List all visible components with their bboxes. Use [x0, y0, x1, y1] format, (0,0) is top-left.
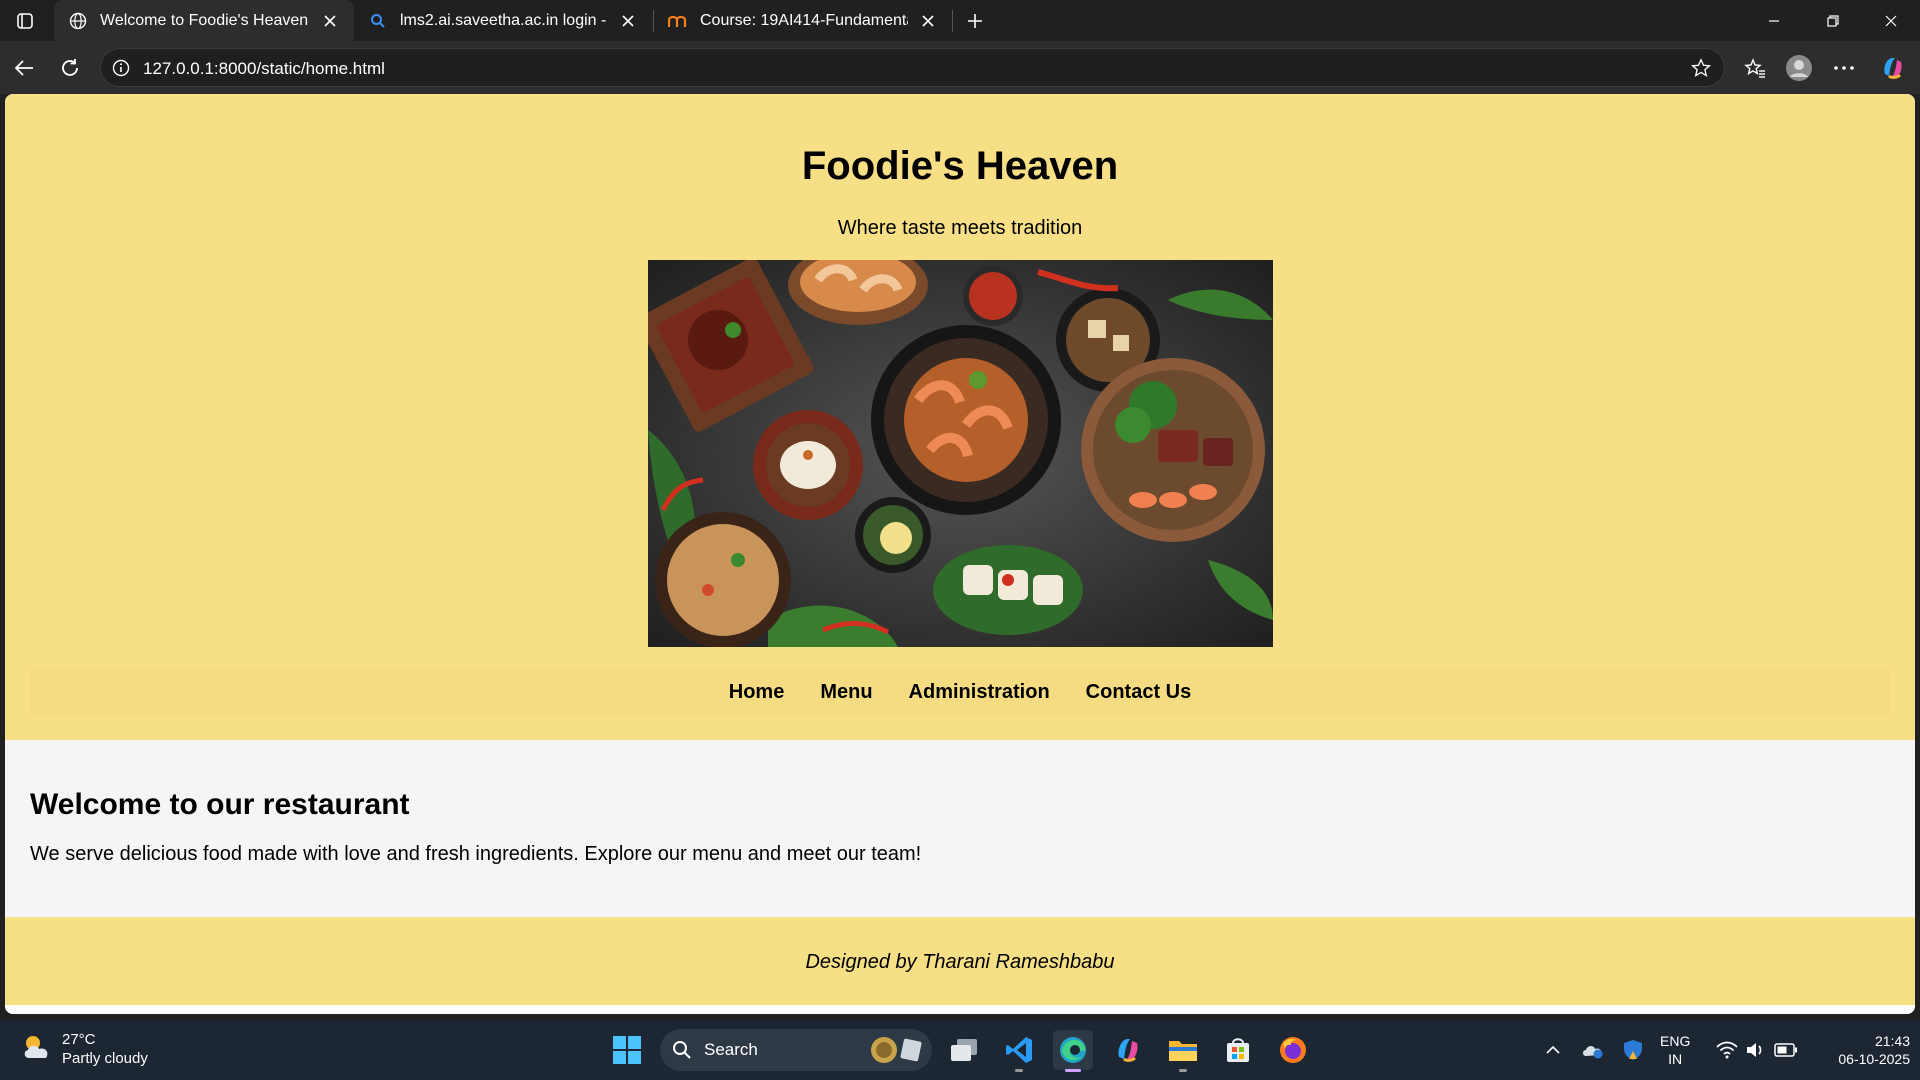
close-icon[interactable] [918, 11, 938, 31]
partly-cloudy-icon [20, 1032, 54, 1067]
nav-menu-link[interactable]: Menu [820, 681, 872, 704]
volume-icon[interactable] [1744, 1038, 1768, 1062]
favorites-icon[interactable] [1739, 52, 1771, 84]
tab-actions-icon[interactable] [12, 8, 38, 34]
security-shield-icon[interactable] [1621, 1038, 1645, 1062]
profile-avatar-icon[interactable] [1783, 52, 1815, 84]
weather-widget[interactable]: 27°C Partly cloudy [20, 1030, 148, 1068]
language-code: ENG [1660, 1033, 1691, 1049]
tab-title: lms2.ai.saveetha.ac.in login - Sear [400, 11, 608, 29]
url-text[interactable]: 127.0.0.1:8000/static/home.html [143, 59, 385, 79]
tab-foodies-heaven[interactable]: Welcome to Foodie's Heaven [54, 0, 354, 41]
windows-start-icon[interactable] [612, 1035, 642, 1065]
search-icon [672, 1040, 692, 1060]
clock-time: 21:43 [1874, 1033, 1910, 1049]
site-title: Foodie's Heaven [801, 144, 1119, 188]
restore-icon[interactable] [1804, 0, 1862, 41]
favorite-star-icon[interactable] [1690, 57, 1712, 79]
weather-temperature: 27°C [62, 1031, 96, 1048]
globe-icon [68, 11, 88, 31]
wifi-icon[interactable] [1715, 1038, 1739, 1062]
address-bar[interactable]: 127.0.0.1:8000/static/home.html [100, 48, 1725, 87]
food-platter-image [648, 260, 1273, 647]
close-icon[interactable] [320, 11, 340, 31]
nav-home-link[interactable]: Home [729, 681, 785, 704]
close-icon[interactable] [618, 11, 638, 31]
reload-icon[interactable] [54, 52, 86, 84]
weather-description: Partly cloudy [62, 1050, 148, 1067]
copilot-app-icon[interactable] [1108, 1030, 1148, 1070]
welcome-text: We serve delicious food made with love a… [30, 843, 922, 865]
tab-separator [952, 10, 953, 32]
task-view-icon[interactable] [944, 1030, 984, 1070]
page-bottom-area [5, 1005, 1915, 1014]
firefox-icon[interactable] [1273, 1030, 1313, 1070]
moodle-icon [668, 11, 688, 31]
region-code: IN [1668, 1051, 1683, 1067]
search-label: Search [704, 1040, 758, 1059]
tab-title: Course: 19AI414-Fundamentals of [700, 11, 908, 29]
language-indicator[interactable]: ENG IN [1660, 1032, 1690, 1068]
welcome-heading: Welcome to our restaurant [30, 788, 410, 821]
windows-taskbar: 27°C Partly cloudy Search ENG IN 21:43 0… [0, 1020, 1920, 1080]
info-icon[interactable] [111, 58, 131, 78]
battery-icon[interactable] [1774, 1038, 1798, 1062]
system-clock[interactable]: 21:43 06-10-2025 [1810, 1032, 1910, 1068]
search-icon [368, 11, 388, 31]
browser-toolbar: 127.0.0.1:8000/static/home.html [0, 41, 1920, 94]
main-nav: Home Menu Administration Contact Us [30, 668, 1890, 716]
microsoft-store-icon[interactable] [1218, 1030, 1258, 1070]
taskbar-search[interactable]: Search [660, 1029, 932, 1071]
page-viewport: Foodie's Heaven Where taste meets tradit… [5, 94, 1915, 1014]
tab-lms-search[interactable]: lms2.ai.saveetha.ac.in login - Sear [354, 0, 652, 41]
clock-date: 06-10-2025 [1838, 1051, 1910, 1067]
site-header: Foodie's Heaven Where taste meets tradit… [5, 94, 1915, 740]
vscode-icon[interactable] [999, 1030, 1039, 1072]
more-options-icon[interactable] [1828, 52, 1860, 84]
new-tab-icon[interactable] [962, 8, 988, 34]
site-footer: Designed by Tharani Rameshbabu [5, 917, 1915, 1005]
footer-credit: Designed by Tharani Rameshbabu [805, 951, 1115, 973]
tagline: Where taste meets tradition [837, 217, 1083, 239]
tab-course[interactable]: Course: 19AI414-Fundamentals of [654, 0, 952, 41]
close-window-icon[interactable] [1862, 0, 1920, 41]
welcome-section: Welcome to our restaurant We serve delic… [5, 740, 1915, 917]
edge-icon[interactable] [1053, 1030, 1093, 1072]
file-explorer-icon[interactable] [1163, 1030, 1203, 1072]
nav-administration-link[interactable]: Administration [909, 681, 1050, 704]
browser-title-bar: Welcome to Foodie's Heaven lms2.ai.savee… [0, 0, 1920, 41]
onedrive-icon[interactable] [1581, 1038, 1605, 1062]
back-icon[interactable] [8, 52, 40, 84]
copilot-icon[interactable] [1877, 52, 1909, 84]
tab-title: Welcome to Foodie's Heaven [100, 11, 309, 29]
minimize-icon[interactable] [1745, 0, 1803, 41]
nav-contact-link[interactable]: Contact Us [1086, 681, 1192, 704]
show-hidden-icons-icon[interactable] [1541, 1038, 1565, 1062]
search-highlight-icon [868, 1036, 924, 1064]
